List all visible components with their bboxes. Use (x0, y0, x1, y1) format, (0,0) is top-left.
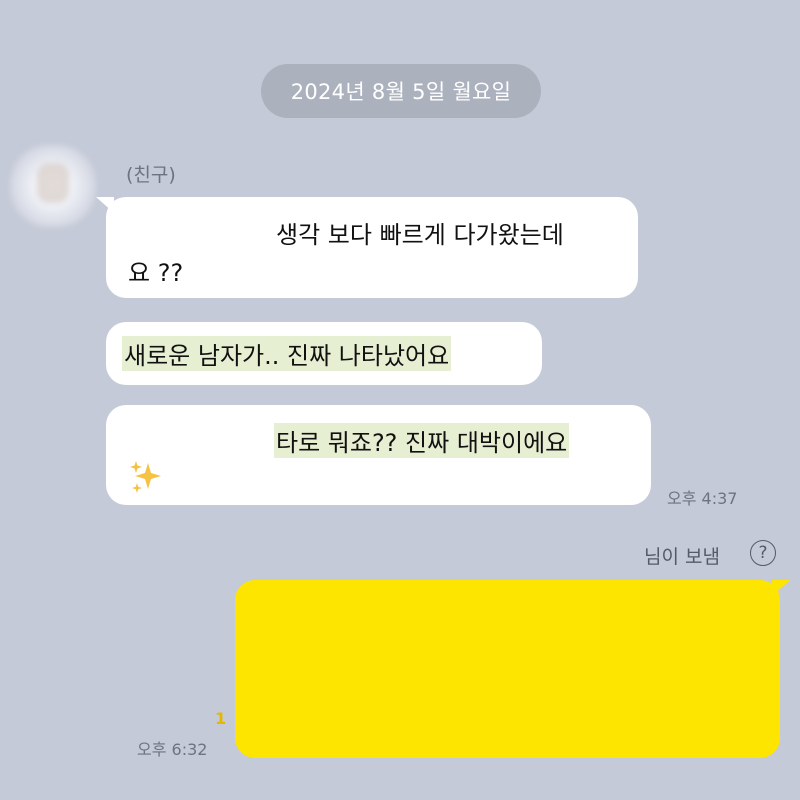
received-message-bubble[interactable]: 타로 뭐죠?? 진짜 대박이에요 (106, 405, 651, 505)
bubble-tail (96, 197, 114, 213)
avatar[interactable] (10, 145, 96, 227)
sparkles-icon (130, 461, 161, 493)
message-text: 새로운 남자가.. 진짜 나타났어요 (122, 336, 452, 371)
question-circle-icon[interactable]: ? (750, 540, 776, 566)
received-message-bubble[interactable]: 생각 보다 빠르게 다가왔는데 요 ?? (96, 197, 638, 298)
sent-message-bubble[interactable] (235, 580, 790, 758)
unread-count: 1 (215, 709, 227, 728)
message-text: 생각 보다 빠르게 다가왔는데 (276, 221, 564, 249)
received-timestamp: 오후 4:37 (667, 489, 738, 508)
sent-timestamp: 오후 6:32 (137, 740, 208, 759)
avatar-image (37, 163, 69, 203)
sender-name: (친구) (126, 164, 176, 186)
date-divider: 2024년 8월 5일 월요일 (261, 64, 541, 118)
message-text: 타로 뭐죠?? 진짜 대박이에요 (274, 423, 570, 458)
sent-by-label: 님이 보냄 (644, 546, 720, 568)
received-message-bubble[interactable]: 새로운 남자가.. 진짜 나타났어요 (106, 322, 542, 385)
bubble-tail (772, 580, 790, 596)
message-text: 요 ?? (128, 259, 184, 287)
